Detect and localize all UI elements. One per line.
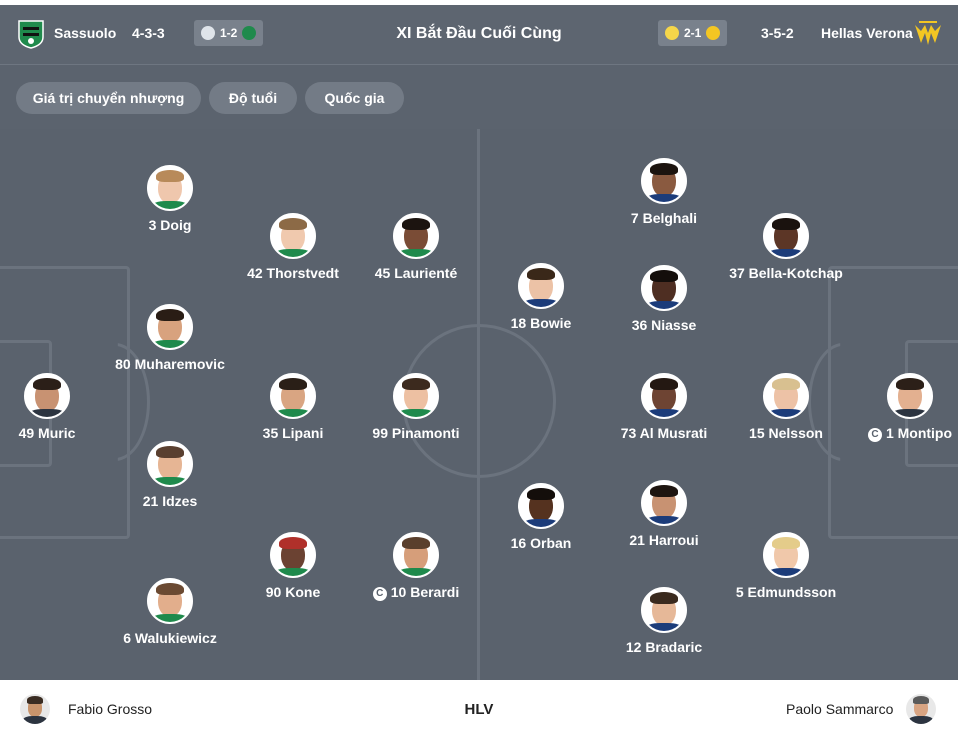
player-label: 3 Doig — [148, 217, 192, 233]
player-avatar — [393, 532, 439, 578]
player-away-harroui[interactable]: 21 Harroui — [594, 480, 734, 548]
player-home-pinamonti[interactable]: 99 Pinamonti — [346, 373, 486, 441]
player-label: C1 Montipo — [840, 425, 958, 442]
player-label: 49 Muric — [18, 425, 76, 441]
verona-mini-crest-icon — [706, 26, 721, 40]
player-avatar — [763, 373, 809, 419]
player-avatar — [147, 441, 193, 487]
player-label: 37 Bella-Kotchap — [729, 265, 843, 281]
player-avatar — [641, 480, 687, 526]
player-avatar — [641, 373, 687, 419]
player-avatar — [641, 158, 687, 204]
player-label: 15 Nelsson — [749, 425, 823, 441]
player-label: 21 Idzes — [142, 493, 198, 509]
player-avatar — [147, 165, 193, 211]
player-label: 16 Orban — [510, 535, 572, 551]
hellas-verona-crest-icon[interactable] — [913, 19, 943, 49]
player-avatar — [763, 213, 809, 259]
player-label: 36 Niasse — [631, 317, 697, 333]
player-avatar — [393, 213, 439, 259]
lineup-widget: Sassuolo 4-3-3 1-2 XI Bắt Đầu Cuối Cùng … — [0, 0, 958, 743]
player-avatar — [641, 265, 687, 311]
pitch: 49 Muric 3 Doig 80 Muharemovic 21 Idzes … — [0, 129, 958, 680]
coaches-row: Fabio Grosso HLV Paolo Sammarco — [0, 680, 958, 743]
player-away-edmundsson[interactable]: 5 Edmundsson — [716, 532, 856, 600]
player-away-niasse[interactable]: 36 Niasse — [594, 265, 734, 333]
player-away-al-musrati[interactable]: 73 Al Musrati — [594, 373, 734, 441]
player-label: 12 Bradaric — [625, 639, 703, 655]
player-label: 99 Pinamonti — [372, 425, 460, 441]
player-label: 21 Harroui — [629, 532, 699, 548]
player-avatar — [518, 263, 564, 309]
away-team-name[interactable]: Hellas Verona — [821, 25, 913, 41]
player-label: C 10 Berardi — [346, 584, 486, 601]
player-avatar — [763, 532, 809, 578]
player-label: 6 Walukiewicz — [123, 630, 217, 646]
player-away-orban[interactable]: 16 Orban — [471, 483, 611, 551]
opponent-crest-icon — [665, 26, 679, 40]
player-label: 7 Belghali — [630, 210, 698, 226]
player-avatar — [518, 483, 564, 529]
player-label: 35 Lipani — [262, 425, 324, 441]
player-home-thorstvedt[interactable]: 42 Thorstvedt — [223, 213, 363, 281]
player-avatar — [887, 373, 933, 419]
player-label: 73 Al Musrati — [620, 425, 708, 441]
player-home-laurientе[interactable]: 45 Laurienté — [346, 213, 486, 281]
player-avatar — [641, 587, 687, 633]
player-avatar — [270, 373, 316, 419]
player-label: 45 Laurienté — [374, 265, 458, 281]
player-avatar — [270, 532, 316, 578]
player-label: 80 Muharemovic — [115, 356, 225, 372]
captain-badge-icon: C — [372, 587, 387, 601]
player-label: 90 Kone — [265, 584, 321, 600]
player-avatar — [270, 213, 316, 259]
filter-age[interactable]: Độ tuổi — [209, 82, 297, 114]
player-home-kone[interactable]: 90 Kone — [223, 532, 363, 600]
player-away-bradaric[interactable]: 12 Bradaric — [594, 587, 734, 655]
captain-badge-icon: C — [867, 428, 882, 442]
player-avatar — [147, 304, 193, 350]
player-home-walukiewicz[interactable]: 6 Walukiewicz — [100, 578, 240, 646]
player-label: 5 Edmundsson — [735, 584, 837, 600]
player-label: 18 Bowie — [510, 315, 572, 331]
lineup-header: Sassuolo 4-3-3 1-2 XI Bắt Đầu Cuối Cùng … — [0, 5, 958, 64]
player-home-doig[interactable]: 3 Doig — [100, 165, 240, 233]
away-previous-score: 2-1 — [684, 26, 702, 40]
away-previous-result[interactable]: 2-1 — [658, 20, 728, 46]
filter-bar: Giá trị chuyển nhượng Độ tuổi Quốc gia — [0, 64, 958, 129]
player-home-idzes[interactable]: 21 Idzes — [100, 441, 240, 509]
away-coach-avatar[interactable] — [906, 694, 936, 724]
player-away-montipo[interactable]: C1 Montipo — [840, 373, 958, 442]
player-label: 42 Thorstvedt — [247, 265, 339, 281]
player-avatar — [147, 578, 193, 624]
player-home-lipani[interactable]: 35 Lipani — [223, 373, 363, 441]
player-home-berardi[interactable]: C 10 Berardi — [346, 532, 486, 601]
filter-nationality[interactable]: Quốc gia — [305, 82, 404, 114]
player-away-bella-kotchap[interactable]: 37 Bella-Kotchap — [716, 213, 856, 281]
player-home-muharemovic[interactable]: 80 Muharemovic — [100, 304, 240, 372]
player-away-nelsson[interactable]: 15 Nelsson — [716, 373, 856, 441]
player-away-bowie[interactable]: 18 Bowie — [471, 263, 611, 331]
away-coach-name[interactable]: Paolo Sammarco — [786, 701, 893, 717]
player-avatar — [393, 373, 439, 419]
page-title: XI Bắt Đầu Cuối Cùng — [396, 25, 562, 42]
away-formation: 3-5-2 — [761, 25, 794, 41]
player-avatar — [24, 373, 70, 419]
filter-market-value[interactable]: Giá trị chuyển nhượng — [16, 82, 201, 114]
player-home-muric[interactable]: 49 Muric — [0, 373, 117, 441]
player-away-belghali[interactable]: 7 Belghali — [594, 158, 734, 226]
